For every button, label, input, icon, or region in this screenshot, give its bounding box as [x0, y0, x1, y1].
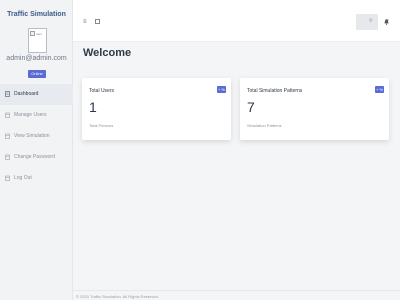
card-label: Total Users — [89, 88, 115, 94]
card-badge: + % — [375, 86, 384, 93]
sidebar: Traffic Simulation user admin@admin.com … — [0, 0, 73, 300]
card-value: 1 — [89, 99, 97, 115]
card-subtitle: Simulation Patterns — [247, 123, 282, 128]
topbar: ≡ ⚲ — [73, 0, 400, 42]
stat-card-total-users: Total Users + % 1 Total Persons — [82, 78, 231, 140]
search-icon: ⚲ — [369, 18, 373, 24]
sidebar-item-log-out[interactable]: Log Out — [0, 168, 73, 189]
footer-text: © 2020 Traffic Simulation. All Rights Re… — [76, 294, 159, 299]
expand-icon[interactable] — [95, 19, 100, 24]
user-email: admin@admin.com — [6, 55, 67, 62]
page-title: Welcome — [83, 47, 132, 59]
sidebar-item-label: View Simulation — [14, 133, 50, 139]
search-button[interactable]: ⚲ — [356, 14, 378, 30]
sidebar-item-dashboard[interactable]: Dashboard — [0, 84, 73, 105]
sidebar-item-label: Change Password — [14, 154, 55, 160]
sidebar-item-view-simulation[interactable]: View Simulation — [0, 126, 73, 147]
calendar-icon — [5, 154, 10, 160]
sidebar-item-manage-users[interactable]: Manage Users — [0, 105, 73, 126]
calendar-icon — [5, 175, 10, 181]
calendar-icon — [5, 133, 10, 139]
status-badge: Online — [28, 70, 46, 78]
card-badge: + % — [217, 86, 226, 93]
avatar-alt-text: user — [36, 32, 42, 36]
brand-title[interactable]: Traffic Simulation — [0, 11, 73, 18]
stat-card-total-simulation-patterns: Total Simulation Patterns + % 7 Simulati… — [240, 78, 389, 140]
card-subtitle: Total Persons — [89, 123, 114, 128]
hamburger-icon[interactable]: ≡ — [83, 19, 87, 25]
footer: © 2020 Traffic Simulation. All Rights Re… — [73, 290, 400, 300]
broken-image-icon — [30, 31, 35, 36]
bell-icon[interactable] — [384, 19, 389, 25]
avatar: user — [28, 28, 47, 53]
sidebar-item-label: Log Out — [14, 175, 32, 181]
doc-icon — [5, 91, 10, 97]
sidebar-nav: Dashboard Manage Users View Simulation C… — [0, 84, 73, 189]
card-value: 7 — [247, 99, 255, 115]
card-label: Total Simulation Patterns — [247, 88, 303, 94]
calendar-icon — [5, 112, 10, 118]
sidebar-item-label: Dashboard — [14, 91, 39, 97]
sidebar-item-change-password[interactable]: Change Password — [0, 147, 73, 168]
sidebar-item-label: Manage Users — [14, 112, 47, 118]
